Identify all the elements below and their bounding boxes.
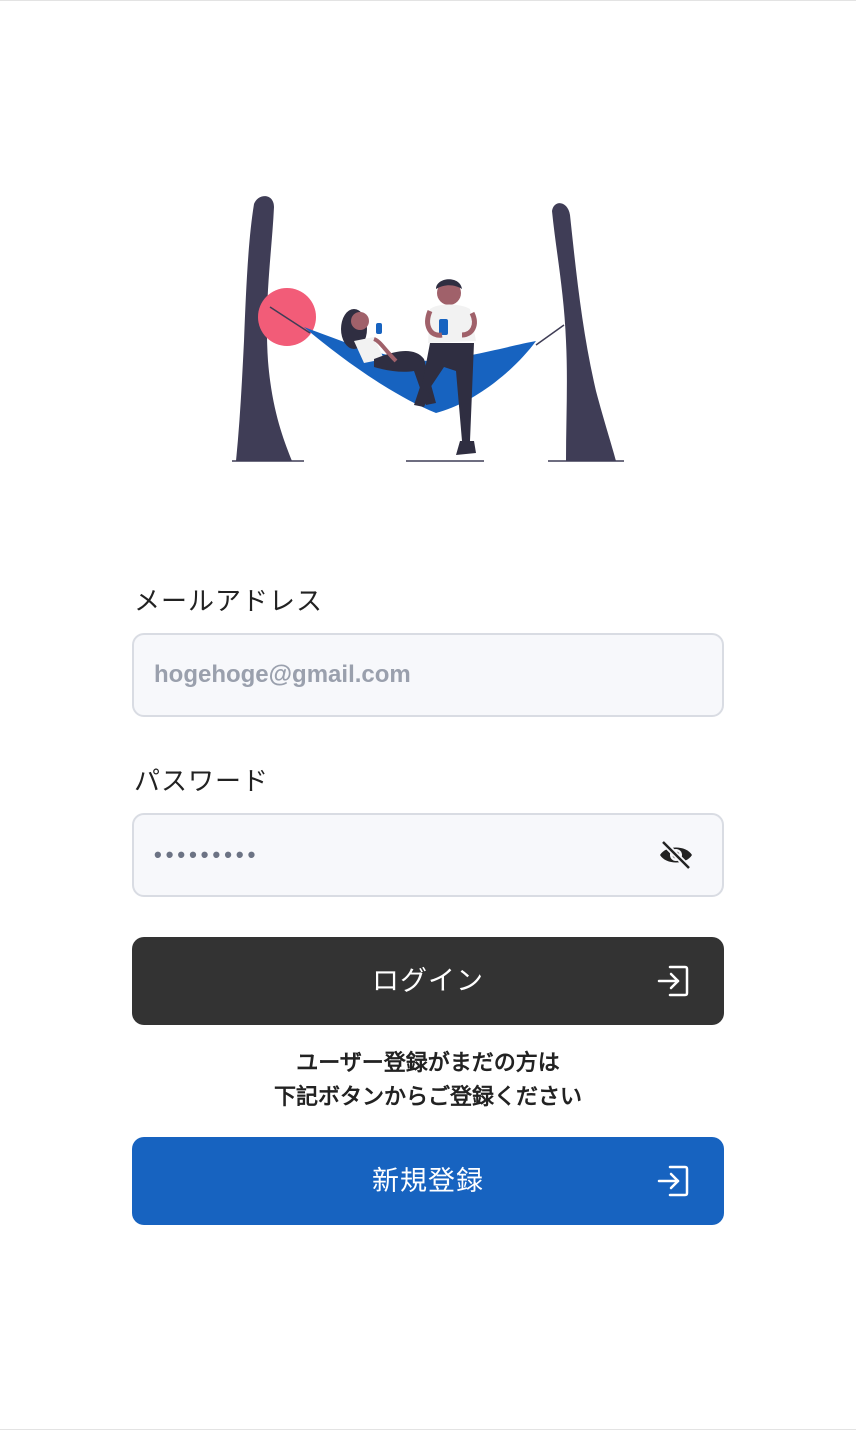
- email-field[interactable]: [132, 633, 724, 717]
- password-field[interactable]: [132, 813, 724, 897]
- hammock-illustration-icon: [232, 196, 624, 462]
- sun: [258, 288, 316, 346]
- login-icon: [657, 1165, 689, 1197]
- notice-line-2: 下記ボタンからご登録ください: [273, 1085, 582, 1110]
- eye-slash-icon[interactable]: [658, 839, 694, 871]
- register-button-label: 新規登録: [372, 1166, 484, 1196]
- email-label: メールアドレス: [134, 587, 324, 617]
- login-icon: [657, 965, 689, 997]
- right-tree: [552, 203, 616, 461]
- email-input[interactable]: [154, 635, 634, 715]
- login-button-label: ログイン: [372, 966, 484, 996]
- password-input[interactable]: [154, 815, 634, 895]
- notice-line-1: ユーザー登録がまだの方は: [296, 1051, 560, 1076]
- register-button[interactable]: 新規登録: [132, 1137, 724, 1225]
- password-label: パスワード: [134, 767, 270, 797]
- login-page: メールアドレス パスワード ログイン ユーザー登録がまだの方は 下記ボタンからご…: [0, 0, 856, 1430]
- register-notice: ユーザー登録がまだの方は 下記ボタンからご登録ください: [132, 1047, 724, 1115]
- login-button[interactable]: ログイン: [132, 937, 724, 1025]
